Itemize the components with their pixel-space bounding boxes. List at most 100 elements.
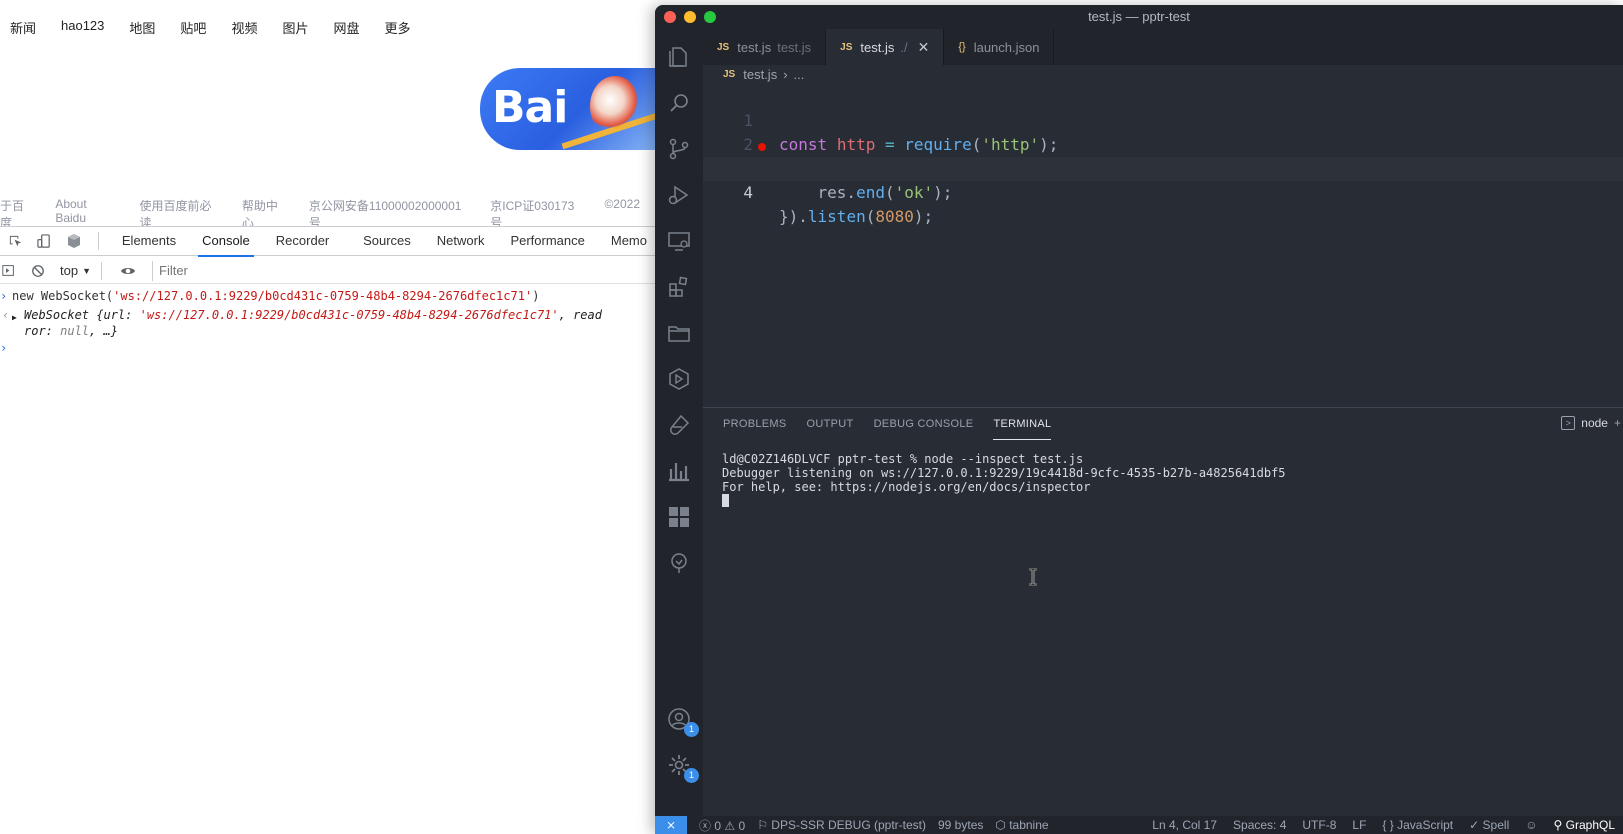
graphql-label: GraphQL — [1565, 818, 1615, 832]
nav-link-images[interactable]: 图片 — [282, 18, 308, 46]
tab-elements[interactable]: Elements — [122, 226, 176, 256]
tab-recorder[interactable]: Recorder ⚗ — [276, 226, 337, 278]
bottom-panel: PROBLEMS OUTPUT DEBUG CONSOLE TERMINAL >… — [703, 407, 1623, 816]
tab-launch-json[interactable]: {} launch.json — [944, 29, 1055, 65]
code-editor[interactable]: 1 const http = require('http'); 2 http.c… — [703, 85, 1623, 405]
panel-tab-terminal[interactable]: TERMINAL — [993, 408, 1052, 440]
console-input-url: 'ws://127.0.0.1:9229/b0cd431c-0759-48b4-… — [113, 289, 533, 303]
encoding-status[interactable]: UTF-8 — [1302, 818, 1336, 832]
breadcrumb-file[interactable]: test.js — [743, 67, 777, 82]
panel-tab-debug-console[interactable]: DEBUG CONSOLE — [874, 408, 974, 440]
console-prompt[interactable]: › — [0, 339, 660, 357]
console-result[interactable]: ‹ ▶ WebSocket {url: 'ws://127.0.0.1:9229… — [0, 307, 660, 339]
problems-status[interactable]: ⓧ 0 ⚠ 0 — [699, 817, 745, 834]
accounts-icon[interactable]: 1 — [665, 705, 699, 737]
divider — [98, 232, 99, 250]
console-output-suffix: , read — [558, 308, 602, 322]
tab-memory[interactable]: Memo — [611, 226, 647, 256]
search-icon[interactable] — [665, 89, 693, 117]
code-line: 3 res.end('ok'); — [703, 133, 1623, 202]
terminal-line: ld@C02Z146DLVCF pptr-test % node --inspe… — [722, 452, 1084, 466]
tab-label: launch.json — [973, 39, 1040, 55]
explorer-files-icon[interactable] — [665, 43, 693, 71]
nav-link-news[interactable]: 新闻 — [10, 18, 36, 46]
tabnine-status[interactable]: ⬡ tabnine — [995, 818, 1048, 832]
vscode-titlebar: test.js — pptr-test — [655, 5, 1623, 29]
eol-status[interactable]: LF — [1352, 818, 1366, 832]
warning-count: 0 — [738, 818, 746, 833]
activity-bar: 1 1 — [655, 29, 703, 816]
code-text: res.end('ok'); — [779, 183, 953, 202]
settings-gear-icon[interactable]: 1 — [665, 751, 699, 783]
nav-link-pan[interactable]: 网盘 — [333, 18, 359, 46]
console-output-line2-b: , …} — [89, 324, 118, 338]
remote-indicator-icon[interactable]: ⨯ — [655, 816, 687, 834]
terminal-line: For help, see: https://nodejs.org/en/doc… — [722, 480, 1091, 494]
language-mode-status[interactable]: { } JavaScript — [1382, 818, 1453, 832]
terminal-cursor — [722, 494, 729, 507]
add-terminal-icon[interactable]: + — [1614, 416, 1621, 430]
panel-tab-output[interactable]: OUTPUT — [807, 408, 854, 440]
window-title: test.js — pptr-test — [1088, 9, 1190, 24]
cursor-position-status[interactable]: Ln 4, Col 17 — [1152, 818, 1217, 832]
tab-performance[interactable]: Performance — [510, 226, 584, 256]
gitlens-icon[interactable] — [665, 365, 693, 393]
baidu-logo[interactable]: Bai — [480, 68, 660, 150]
panel-tab-problems[interactable]: PROBLEMS — [723, 408, 787, 440]
dashboard-grid-icon[interactable] — [665, 503, 693, 531]
inspect-element-icon[interactable] — [8, 233, 23, 249]
live-expression-eye-icon[interactable] — [120, 263, 136, 279]
braces-icon: { } — [1382, 818, 1394, 832]
clear-console-icon[interactable] — [30, 263, 46, 279]
expand-triangle-icon[interactable]: ▶ — [12, 310, 17, 326]
spell-status[interactable]: ✓ Spell — [1469, 818, 1509, 832]
minimize-window-button[interactable] — [684, 11, 696, 23]
maximize-window-button[interactable] — [704, 11, 716, 23]
breadcrumb-more[interactable]: ... — [794, 67, 805, 82]
run-debug-icon[interactable] — [665, 181, 693, 209]
result-chevron-icon: ‹ — [2, 308, 10, 322]
nav-link-tieba[interactable]: 贴吧 — [180, 18, 206, 46]
console-output-prefix: WebSocket {url: — [24, 308, 140, 322]
context-selector[interactable]: top ▼ — [60, 263, 91, 278]
device-toolbar-icon[interactable] — [37, 233, 52, 249]
error-icon: ⓧ — [699, 818, 712, 833]
extensions-icon[interactable] — [665, 273, 693, 301]
js-file-icon: JS — [840, 41, 853, 53]
terminal-shell-name: node — [1581, 416, 1608, 430]
tree-icon[interactable] — [665, 549, 693, 577]
baidu-top-nav: 新闻 hao123 地图 贴吧 视频 图片 网盘 更多 — [0, 18, 426, 46]
nav-link-video[interactable]: 视频 — [231, 18, 257, 46]
tab-test-js-1[interactable]: JS test.js test.js — [703, 29, 827, 65]
console-input-line[interactable]: › new WebSocket('ws://127.0.0.1:9229/b0cd… — [0, 287, 660, 305]
timeline-bars-icon[interactable] — [665, 457, 693, 485]
terminal-output[interactable]: ld@C02Z146DLVCF pptr-test % node --inspe… — [722, 452, 1286, 508]
tab-label: test.js — [860, 39, 895, 55]
test-flask-icon[interactable] — [665, 411, 693, 439]
remote-explorer-icon[interactable] — [665, 227, 693, 255]
close-tab-icon[interactable]: ✕ — [918, 39, 930, 56]
tab-network[interactable]: Network — [437, 226, 485, 256]
js-file-icon: JS — [723, 69, 736, 80]
tab-sources[interactable]: Sources — [363, 226, 411, 256]
graphql-status[interactable]: ⚲ GraphQL — [1554, 818, 1616, 832]
nav-link-hao123[interactable]: hao123 — [61, 18, 104, 46]
tab-description: ./ — [900, 39, 908, 55]
console-filter-input[interactable] — [152, 260, 642, 281]
nav-link-map[interactable]: 地图 — [129, 18, 155, 46]
sidebar-toggle-icon[interactable] — [0, 263, 16, 279]
tab-console[interactable]: Console — [198, 226, 254, 257]
devtools-tabbar: Elements Console Recorder ⚗ Sources Netw… — [0, 226, 660, 278]
tab-description: test.js — [777, 39, 812, 55]
close-window-button[interactable] — [664, 11, 676, 23]
debug-config-status[interactable]: ⚐ DPS-SSR DEBUG (pptr-test) — [757, 818, 926, 832]
language-label: JavaScript — [1397, 818, 1454, 832]
nav-link-more[interactable]: 更多 — [384, 18, 410, 46]
terminal-selector[interactable]: > node + — [1561, 416, 1621, 430]
source-control-icon[interactable] — [665, 135, 693, 163]
tab-test-js-active[interactable]: JS test.js ./ ✕ — [826, 29, 945, 65]
extension-cube-icon[interactable] — [66, 233, 82, 249]
folder-icon[interactable] — [665, 319, 693, 347]
copilot-icon[interactable]: ☺ — [1525, 818, 1537, 832]
indentation-status[interactable]: Spaces: 4 — [1233, 818, 1286, 832]
